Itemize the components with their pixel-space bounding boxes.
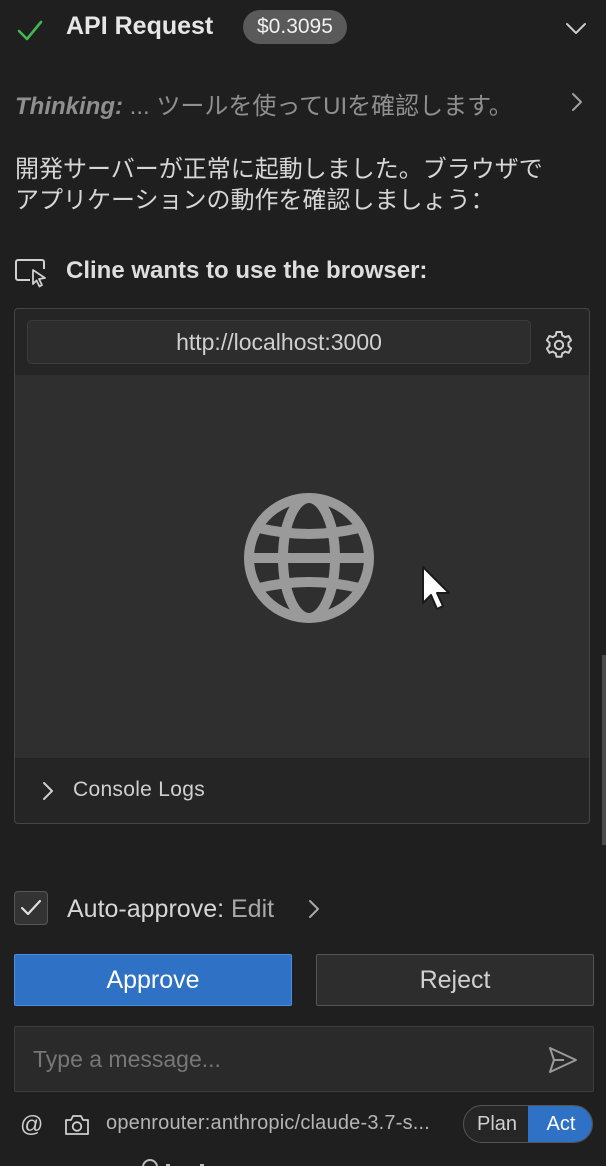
- globe-icon: [244, 493, 374, 623]
- console-logs-toggle[interactable]: Console Logs: [15, 758, 589, 824]
- auto-approve-checkbox[interactable]: [14, 891, 48, 925]
- check-icon: [17, 20, 43, 41]
- api-request-title: API Request: [66, 12, 214, 40]
- assistant-message: 開発サーバーが正常に起動しました。ブラウザで アプリケーションの動作を確認しまし…: [15, 154, 595, 216]
- chevron-down-icon[interactable]: [564, 16, 588, 40]
- browser-panel: http://localhost:3000 Console Logs: [14, 308, 590, 824]
- plan-act-toggle[interactable]: Plan Act: [463, 1105, 593, 1143]
- browser-viewport[interactable]: [15, 375, 589, 758]
- approve-button[interactable]: Approve: [14, 954, 292, 1006]
- auto-approve-text: Auto-approve:: [67, 895, 225, 923]
- check-icon: [20, 899, 42, 916]
- mouse-cursor-icon: [422, 566, 450, 610]
- mode-act-option[interactable]: Act: [528, 1106, 592, 1142]
- scrollbar-thumb[interactable]: [602, 655, 606, 845]
- message-input[interactable]: Type a message...: [14, 1026, 594, 1092]
- reject-button[interactable]: Reject: [316, 954, 594, 1006]
- browser-cursor-icon: [15, 259, 46, 288]
- thinking-text: ... ツールを使ってUIを確認します。: [122, 93, 513, 120]
- auto-approve-label[interactable]: Auto-approve: Edit: [67, 895, 274, 924]
- api-request-header[interactable]: API Request $0.3095: [0, 0, 606, 56]
- cost-badge: $0.3095: [243, 10, 347, 44]
- chevron-right-icon[interactable]: [566, 90, 588, 114]
- chevron-right-icon[interactable]: [306, 898, 322, 920]
- url-bar[interactable]: http://localhost:3000: [27, 320, 531, 364]
- auto-approve-value: Edit: [224, 895, 275, 923]
- at-mention-icon[interactable]: @: [20, 1111, 43, 1138]
- mode-plan-option[interactable]: Plan: [464, 1106, 530, 1142]
- message-line: 開発サーバーが正常に起動しました。ブラウザで: [15, 156, 543, 183]
- message-line: アプリケーションの動作を確認しましょう：: [15, 187, 495, 214]
- thinking-row[interactable]: Thinking: ... ツールを使ってUIを確認します。: [15, 86, 513, 121]
- browser-heading: Cline wants to use the browser:: [66, 257, 428, 284]
- model-selector[interactable]: openrouter:anthropic/claude-3.7-s...: [106, 1112, 430, 1135]
- partial-next-content: [142, 1159, 204, 1166]
- gear-icon[interactable]: [543, 329, 575, 361]
- chevron-right-icon: [43, 782, 53, 800]
- thinking-label: Thinking:: [15, 93, 123, 120]
- camera-icon[interactable]: [64, 1113, 90, 1137]
- console-logs-label: Console Logs: [73, 778, 206, 801]
- send-icon[interactable]: [548, 1046, 578, 1074]
